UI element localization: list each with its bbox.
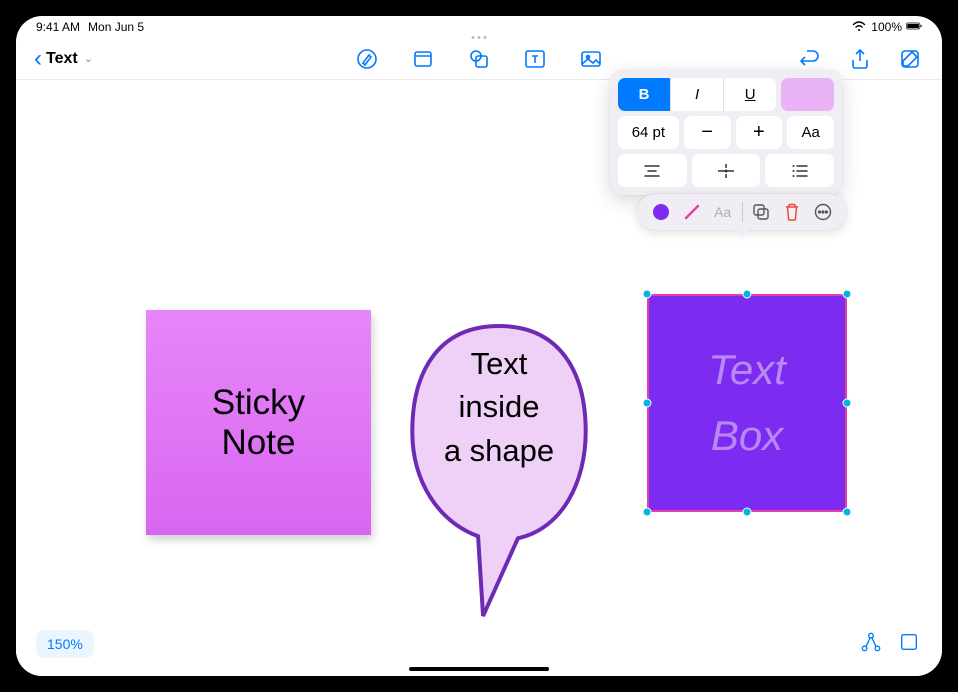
zoom-level[interactable]: 150% [36, 630, 94, 658]
fill-color-button[interactable] [649, 200, 673, 224]
connections-tool-icon[interactable] [860, 631, 882, 658]
multitask-grabber[interactable] [472, 36, 487, 39]
more-button[interactable] [811, 200, 835, 224]
underline-button[interactable]: U [724, 78, 776, 111]
text-style-button[interactable]: Aa [787, 116, 834, 149]
compose-button[interactable] [896, 45, 924, 73]
text-box-line1: Text [708, 346, 786, 394]
title-chevron-icon[interactable]: ⌄ [84, 52, 93, 65]
status-bar: 9:41 AM Mon Jun 5 100% [16, 16, 942, 38]
bubble-text-line2: inside [408, 385, 590, 428]
speech-bubble-shape[interactable]: Text inside a shape [408, 322, 590, 552]
status-date: Mon Jun 5 [88, 20, 144, 34]
device-frame: 9:41 AM Mon Jun 5 100% ‹ Text ⌄ [0, 0, 958, 692]
sticky-note-text-line2: Note [222, 423, 296, 463]
align-button[interactable] [618, 154, 687, 187]
media-tool-icon[interactable] [577, 45, 605, 73]
bubble-text-line3: a shape [408, 429, 590, 472]
battery-icon [906, 20, 922, 35]
font-size-decrease-button[interactable]: − [684, 116, 731, 149]
battery-percent: 100% [871, 20, 902, 34]
shapes-tool-icon[interactable] [465, 45, 493, 73]
text-box-selected[interactable]: Text Box [647, 294, 847, 512]
selection-handle[interactable] [843, 508, 852, 517]
duplicate-button[interactable] [749, 200, 773, 224]
screen: 9:41 AM Mon Jun 5 100% ‹ Text ⌄ [16, 16, 942, 676]
sticky-note-tool-icon[interactable] [409, 45, 437, 73]
list-button[interactable] [765, 154, 834, 187]
sticky-note[interactable]: Sticky Note [146, 310, 371, 535]
font-size-value[interactable]: 64 pt [618, 116, 679, 149]
divider [742, 202, 743, 222]
wifi-icon [851, 20, 867, 35]
stroke-color-button[interactable] [680, 200, 704, 224]
text-format-popover: B I U 64 pt − + Aa [610, 70, 842, 195]
text-box[interactable]: Text Box [647, 294, 847, 512]
selection-handle[interactable] [643, 290, 652, 299]
delete-button[interactable] [780, 200, 804, 224]
selection-handle[interactable] [743, 508, 752, 517]
status-time: 9:41 AM [36, 20, 80, 34]
selection-handle[interactable] [643, 508, 652, 517]
selection-handle[interactable] [843, 290, 852, 299]
share-button[interactable] [846, 45, 874, 73]
back-button[interactable]: ‹ [34, 47, 42, 71]
board-title[interactable]: Text [46, 50, 78, 68]
undo-button[interactable] [796, 45, 824, 73]
selection-handle[interactable] [843, 399, 852, 408]
strikethrough-button[interactable] [692, 154, 761, 187]
italic-button[interactable]: I [671, 78, 724, 111]
selection-handle[interactable] [743, 290, 752, 299]
text-tool-icon[interactable] [521, 45, 549, 73]
sticky-note-text-line1: Sticky [212, 383, 305, 423]
pen-tool-icon[interactable] [353, 45, 381, 73]
text-color-swatch[interactable] [781, 78, 834, 111]
bold-button[interactable]: B [618, 78, 671, 111]
minimap-tool-icon[interactable] [898, 631, 920, 658]
edit-text-button[interactable]: Aa [711, 200, 735, 224]
selection-handle[interactable] [643, 399, 652, 408]
home-indicator[interactable] [409, 667, 549, 671]
selection-context-toolbar: Aa [637, 194, 847, 230]
text-box-line2: Box [711, 412, 783, 460]
font-size-increase-button[interactable]: + [736, 116, 783, 149]
bubble-text-line1: Text [408, 342, 590, 385]
